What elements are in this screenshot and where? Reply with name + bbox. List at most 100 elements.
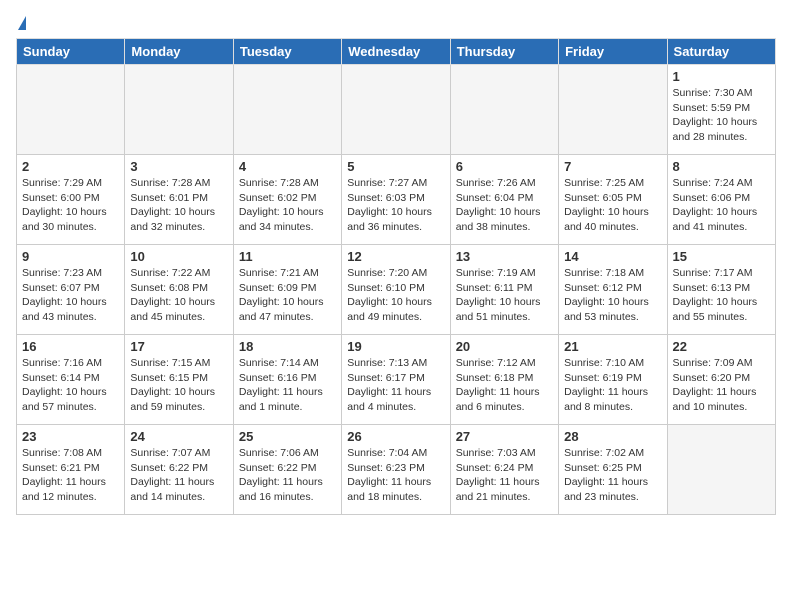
day-info: Sunrise: 7:14 AM Sunset: 6:16 PM Dayligh… [239,356,336,415]
day-number: 7 [564,159,661,174]
day-number: 17 [130,339,227,354]
day-number: 23 [22,429,119,444]
calendar-cell: 8 Sunrise: 7:24 AM Sunset: 6:06 PM Daylig… [667,155,775,245]
page-header [16,16,776,30]
calendar-cell: 4 Sunrise: 7:28 AM Sunset: 6:02 PM Daylig… [233,155,341,245]
day-number: 15 [673,249,770,264]
calendar-cell: 28 Sunrise: 7:02 AM Sunset: 6:25 PM Dayli… [559,425,667,515]
day-of-week-header: Tuesday [233,39,341,65]
calendar-cell: 27 Sunrise: 7:03 AM Sunset: 6:24 PM Dayli… [450,425,558,515]
day-info: Sunrise: 7:18 AM Sunset: 6:12 PM Dayligh… [564,266,661,325]
calendar-cell [559,65,667,155]
calendar-cell: 23 Sunrise: 7:08 AM Sunset: 6:21 PM Dayli… [17,425,125,515]
day-info: Sunrise: 7:04 AM Sunset: 6:23 PM Dayligh… [347,446,444,505]
day-number: 14 [564,249,661,264]
day-info: Sunrise: 7:23 AM Sunset: 6:07 PM Dayligh… [22,266,119,325]
day-info: Sunrise: 7:06 AM Sunset: 6:22 PM Dayligh… [239,446,336,505]
day-number: 18 [239,339,336,354]
day-info: Sunrise: 7:03 AM Sunset: 6:24 PM Dayligh… [456,446,553,505]
logo-triangle-icon [18,16,26,30]
day-info: Sunrise: 7:15 AM Sunset: 6:15 PM Dayligh… [130,356,227,415]
day-number: 4 [239,159,336,174]
day-info: Sunrise: 7:26 AM Sunset: 6:04 PM Dayligh… [456,176,553,235]
day-info: Sunrise: 7:20 AM Sunset: 6:10 PM Dayligh… [347,266,444,325]
day-number: 19 [347,339,444,354]
calendar-cell: 21 Sunrise: 7:10 AM Sunset: 6:19 PM Dayli… [559,335,667,425]
calendar-cell: 2 Sunrise: 7:29 AM Sunset: 6:00 PM Daylig… [17,155,125,245]
calendar-cell: 17 Sunrise: 7:15 AM Sunset: 6:15 PM Dayli… [125,335,233,425]
calendar-cell: 26 Sunrise: 7:04 AM Sunset: 6:23 PM Dayli… [342,425,450,515]
day-info: Sunrise: 7:17 AM Sunset: 6:13 PM Dayligh… [673,266,770,325]
day-info: Sunrise: 7:07 AM Sunset: 6:22 PM Dayligh… [130,446,227,505]
day-number: 10 [130,249,227,264]
day-info: Sunrise: 7:30 AM Sunset: 5:59 PM Dayligh… [673,86,770,145]
day-info: Sunrise: 7:10 AM Sunset: 6:19 PM Dayligh… [564,356,661,415]
calendar-cell: 12Sunrise: 7:20 AM Sunset: 6:10 PM Dayli… [342,245,450,335]
day-info: Sunrise: 7:16 AM Sunset: 6:14 PM Dayligh… [22,356,119,415]
calendar-cell: 14 Sunrise: 7:18 AM Sunset: 6:12 PM Dayli… [559,245,667,335]
day-info: Sunrise: 7:28 AM Sunset: 6:01 PM Dayligh… [130,176,227,235]
calendar-cell: 11 Sunrise: 7:21 AM Sunset: 6:09 PM Dayli… [233,245,341,335]
day-info: Sunrise: 7:25 AM Sunset: 6:05 PM Dayligh… [564,176,661,235]
day-info: Sunrise: 7:08 AM Sunset: 6:21 PM Dayligh… [22,446,119,505]
day-number: 26 [347,429,444,444]
day-of-week-header: Wednesday [342,39,450,65]
day-number: 16 [22,339,119,354]
calendar-cell: 25Sunrise: 7:06 AM Sunset: 6:22 PM Dayli… [233,425,341,515]
day-info: Sunrise: 7:09 AM Sunset: 6:20 PM Dayligh… [673,356,770,415]
calendar-table: SundayMondayTuesdayWednesdayThursdayFrid… [16,38,776,515]
calendar-cell: 20 Sunrise: 7:12 AM Sunset: 6:18 PM Dayli… [450,335,558,425]
calendar-cell: 13 Sunrise: 7:19 AM Sunset: 6:11 PM Dayli… [450,245,558,335]
calendar-cell [450,65,558,155]
day-info: Sunrise: 7:28 AM Sunset: 6:02 PM Dayligh… [239,176,336,235]
day-number: 11 [239,249,336,264]
calendar-cell [17,65,125,155]
day-info: Sunrise: 7:13 AM Sunset: 6:17 PM Dayligh… [347,356,444,415]
day-of-week-header: Saturday [667,39,775,65]
day-number: 22 [673,339,770,354]
calendar-cell [667,425,775,515]
calendar-cell: 5 Sunrise: 7:27 AM Sunset: 6:03 PM Daylig… [342,155,450,245]
logo [16,16,26,30]
calendar-cell: 1 Sunrise: 7:30 AM Sunset: 5:59 PM Daylig… [667,65,775,155]
calendar-cell [342,65,450,155]
day-info: Sunrise: 7:12 AM Sunset: 6:18 PM Dayligh… [456,356,553,415]
calendar-cell: 15 Sunrise: 7:17 AM Sunset: 6:13 PM Dayli… [667,245,775,335]
calendar-cell: 3 Sunrise: 7:28 AM Sunset: 6:01 PM Daylig… [125,155,233,245]
day-of-week-header: Friday [559,39,667,65]
day-number: 1 [673,69,770,84]
calendar-cell: 19 Sunrise: 7:13 AM Sunset: 6:17 PM Dayli… [342,335,450,425]
day-number: 8 [673,159,770,174]
calendar-cell: 24 Sunrise: 7:07 AM Sunset: 6:22 PM Dayli… [125,425,233,515]
day-info: Sunrise: 7:29 AM Sunset: 6:00 PM Dayligh… [22,176,119,235]
calendar-cell: 16 Sunrise: 7:16 AM Sunset: 6:14 PM Dayli… [17,335,125,425]
calendar-cell: 10 Sunrise: 7:22 AM Sunset: 6:08 PM Dayli… [125,245,233,335]
day-number: 20 [456,339,553,354]
day-info: Sunrise: 7:02 AM Sunset: 6:25 PM Dayligh… [564,446,661,505]
day-info: Sunrise: 7:24 AM Sunset: 6:06 PM Dayligh… [673,176,770,235]
calendar-cell: 9 Sunrise: 7:23 AM Sunset: 6:07 PM Daylig… [17,245,125,335]
day-number: 2 [22,159,119,174]
calendar-cell [125,65,233,155]
calendar-cell: 18 Sunrise: 7:14 AM Sunset: 6:16 PM Dayli… [233,335,341,425]
day-number: 27 [456,429,553,444]
day-number: 13 [456,249,553,264]
day-info: Sunrise: 7:21 AM Sunset: 6:09 PM Dayligh… [239,266,336,325]
calendar-cell [233,65,341,155]
day-of-week-header: Sunday [17,39,125,65]
day-number: 24 [130,429,227,444]
day-of-week-header: Thursday [450,39,558,65]
day-number: 28 [564,429,661,444]
calendar-cell: 22 Sunrise: 7:09 AM Sunset: 6:20 PM Dayli… [667,335,775,425]
calendar-cell: 7 Sunrise: 7:25 AM Sunset: 6:05 PM Daylig… [559,155,667,245]
day-number: 3 [130,159,227,174]
day-info: Sunrise: 7:19 AM Sunset: 6:11 PM Dayligh… [456,266,553,325]
day-of-week-header: Monday [125,39,233,65]
day-info: Sunrise: 7:22 AM Sunset: 6:08 PM Dayligh… [130,266,227,325]
day-number: 9 [22,249,119,264]
day-info: Sunrise: 7:27 AM Sunset: 6:03 PM Dayligh… [347,176,444,235]
day-number: 6 [456,159,553,174]
day-number: 5 [347,159,444,174]
calendar-cell: 6 Sunrise: 7:26 AM Sunset: 6:04 PM Daylig… [450,155,558,245]
day-number: 21 [564,339,661,354]
